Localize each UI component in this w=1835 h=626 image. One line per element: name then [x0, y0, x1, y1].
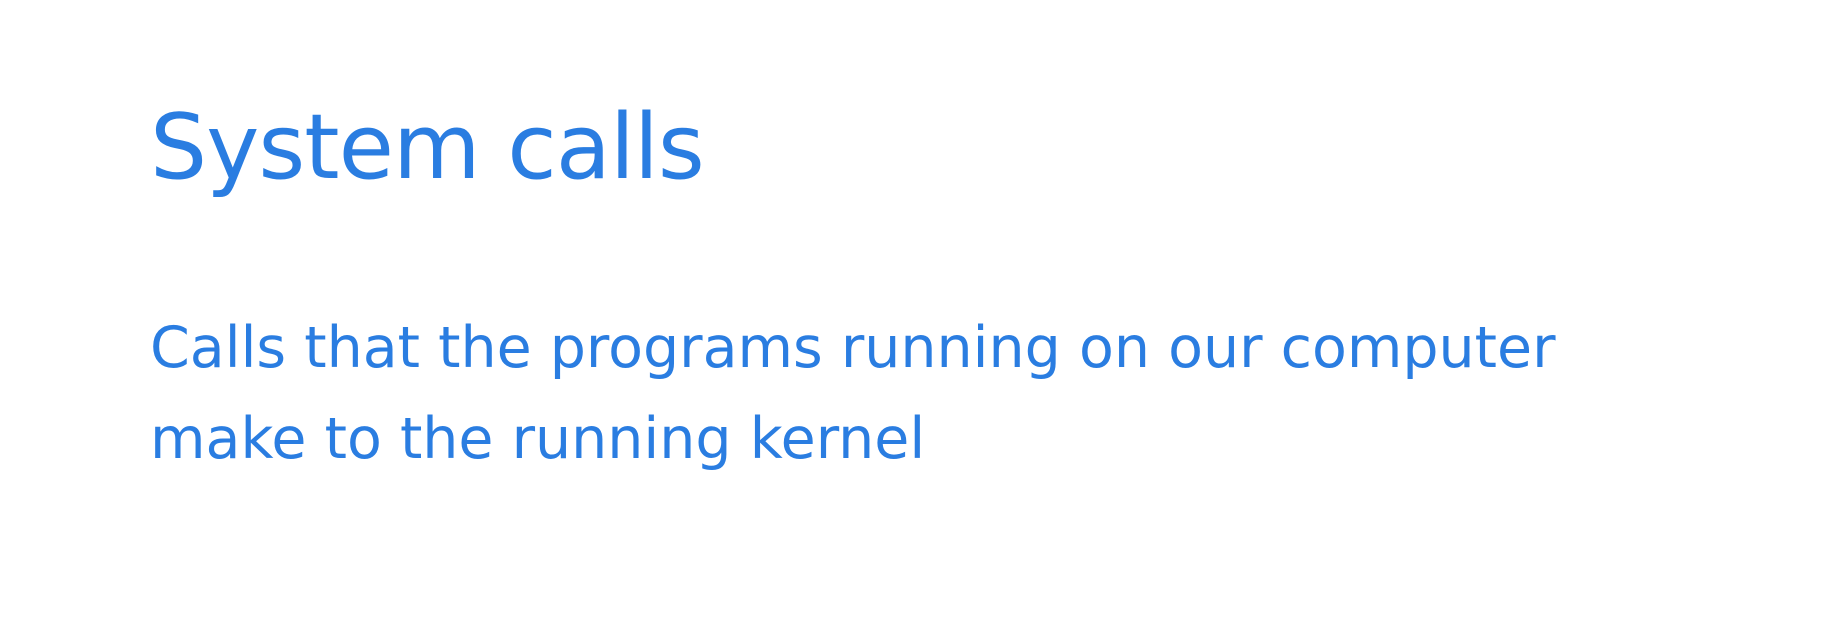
slide-title: System calls — [150, 95, 705, 200]
slide: System calls Calls that the programs run… — [0, 0, 1835, 626]
body-line-2: make to the running kernel — [150, 406, 926, 472]
slide-body-text: Calls that the programs running on our c… — [150, 303, 1790, 485]
body-line-1: Calls that the programs running on our c… — [150, 315, 1556, 381]
